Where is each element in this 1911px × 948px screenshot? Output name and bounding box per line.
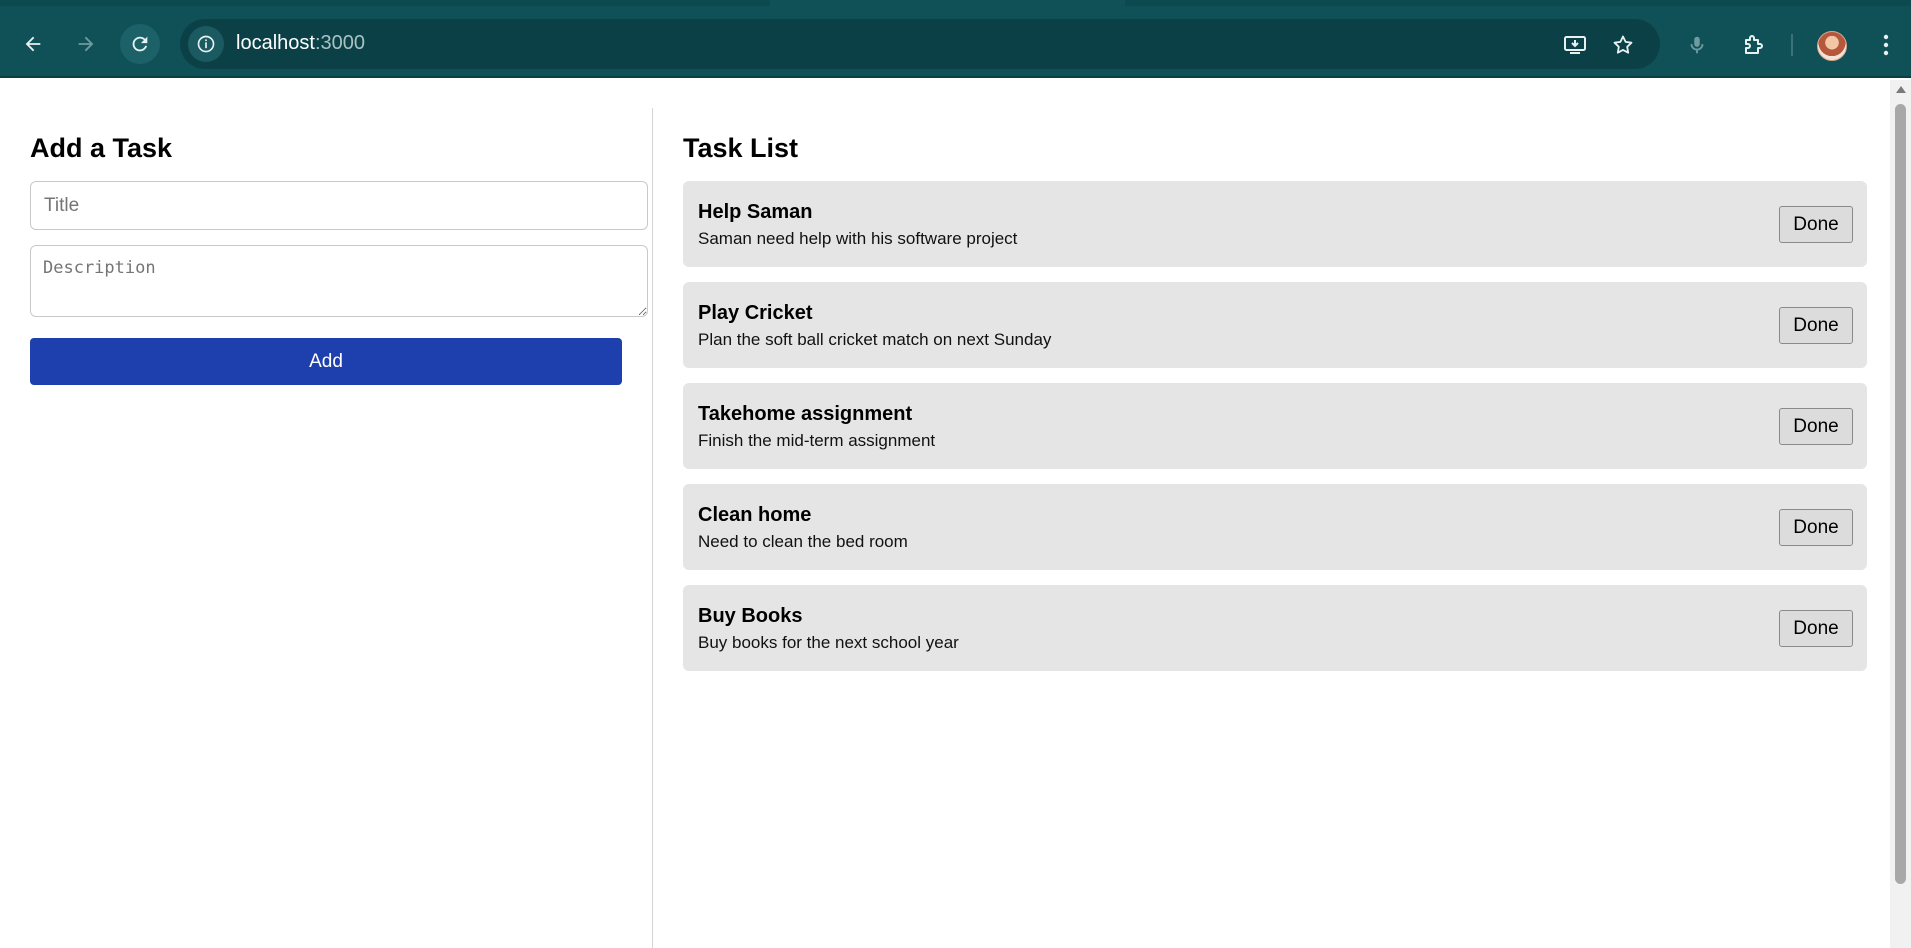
add-task-panel: Add a Task Add <box>30 80 648 948</box>
site-info-button[interactable] <box>188 26 224 62</box>
task-description: Saman need help with his software projec… <box>698 229 1018 248</box>
task-description: Finish the mid-term assignment <box>698 431 936 450</box>
puzzle-icon <box>1745 35 1763 54</box>
done-button[interactable]: Done <box>1779 307 1853 344</box>
reload-icon <box>132 36 148 52</box>
arrow-right-icon <box>78 36 94 52</box>
task-title: Help Saman <box>698 201 813 223</box>
address-bar[interactable]: localhost:3000 <box>180 19 1660 69</box>
back-button[interactable] <box>13 24 53 64</box>
task-title: Takehome assignment <box>698 403 913 425</box>
star-icon <box>1613 35 1633 54</box>
task-card: Help Saman Saman need help with his soft… <box>683 181 1867 267</box>
page-content: Add a Task Add Task List Help Saman Sama… <box>0 80 1890 948</box>
task-description: Buy books for the next school year <box>698 633 959 652</box>
add-button[interactable]: Add <box>30 338 622 385</box>
task-card: Takehome assignment Finish the mid-term … <box>683 383 1867 469</box>
kebab-menu-icon <box>1883 34 1889 56</box>
task-card: Buy Books Buy books for the next school … <box>683 585 1867 671</box>
browser-menu-button[interactable] <box>1872 31 1900 59</box>
toolbar-divider <box>1791 34 1793 56</box>
url-port: :3000 <box>314 32 365 54</box>
task-title: Play Cricket <box>698 302 813 324</box>
arrow-left-icon <box>25 36 41 52</box>
task-card: Play Cricket Plan the soft ball cricket … <box>683 282 1867 368</box>
done-button[interactable]: Done <box>1779 206 1853 243</box>
browser-toolbar: localhost:3000 <box>0 6 1911 78</box>
info-icon <box>197 35 215 53</box>
task-list-heading: Task List <box>683 133 799 163</box>
task-list: Help Saman Saman need help with his soft… <box>683 181 1867 686</box>
task-description: Need to clean the bed room <box>698 532 908 551</box>
microphone-icon <box>1690 36 1704 54</box>
reload-button[interactable] <box>120 24 160 64</box>
install-app-button[interactable] <box>1562 32 1588 58</box>
url-text[interactable]: localhost:3000 <box>236 32 365 55</box>
bookmark-button[interactable] <box>1610 32 1636 58</box>
scroll-up-arrow[interactable] <box>1896 86 1906 93</box>
forward-button[interactable] <box>66 24 106 64</box>
task-title: Clean home <box>698 504 812 526</box>
title-input[interactable] <box>30 181 648 230</box>
microphone-button[interactable] <box>1683 31 1711 59</box>
url-host: localhost <box>236 32 315 54</box>
done-button[interactable]: Done <box>1779 509 1853 546</box>
page-scrollbar[interactable] <box>1890 80 1911 948</box>
extensions-button[interactable] <box>1739 31 1767 59</box>
column-divider <box>652 108 653 948</box>
profile-avatar[interactable] <box>1817 31 1847 61</box>
done-button[interactable]: Done <box>1779 610 1853 647</box>
scrollbar-thumb[interactable] <box>1895 104 1906 884</box>
task-description: Plan the soft ball cricket match on next… <box>698 330 1052 349</box>
install-app-icon <box>1564 36 1586 54</box>
add-task-heading: Add a Task <box>30 133 173 163</box>
description-input[interactable] <box>30 245 648 317</box>
task-card: Clean home Need to clean the bed room Do… <box>683 484 1867 570</box>
task-list-panel: Task List Help Saman Saman need help wit… <box>683 80 1867 948</box>
done-button[interactable]: Done <box>1779 408 1853 445</box>
task-title: Buy Books <box>698 605 803 627</box>
